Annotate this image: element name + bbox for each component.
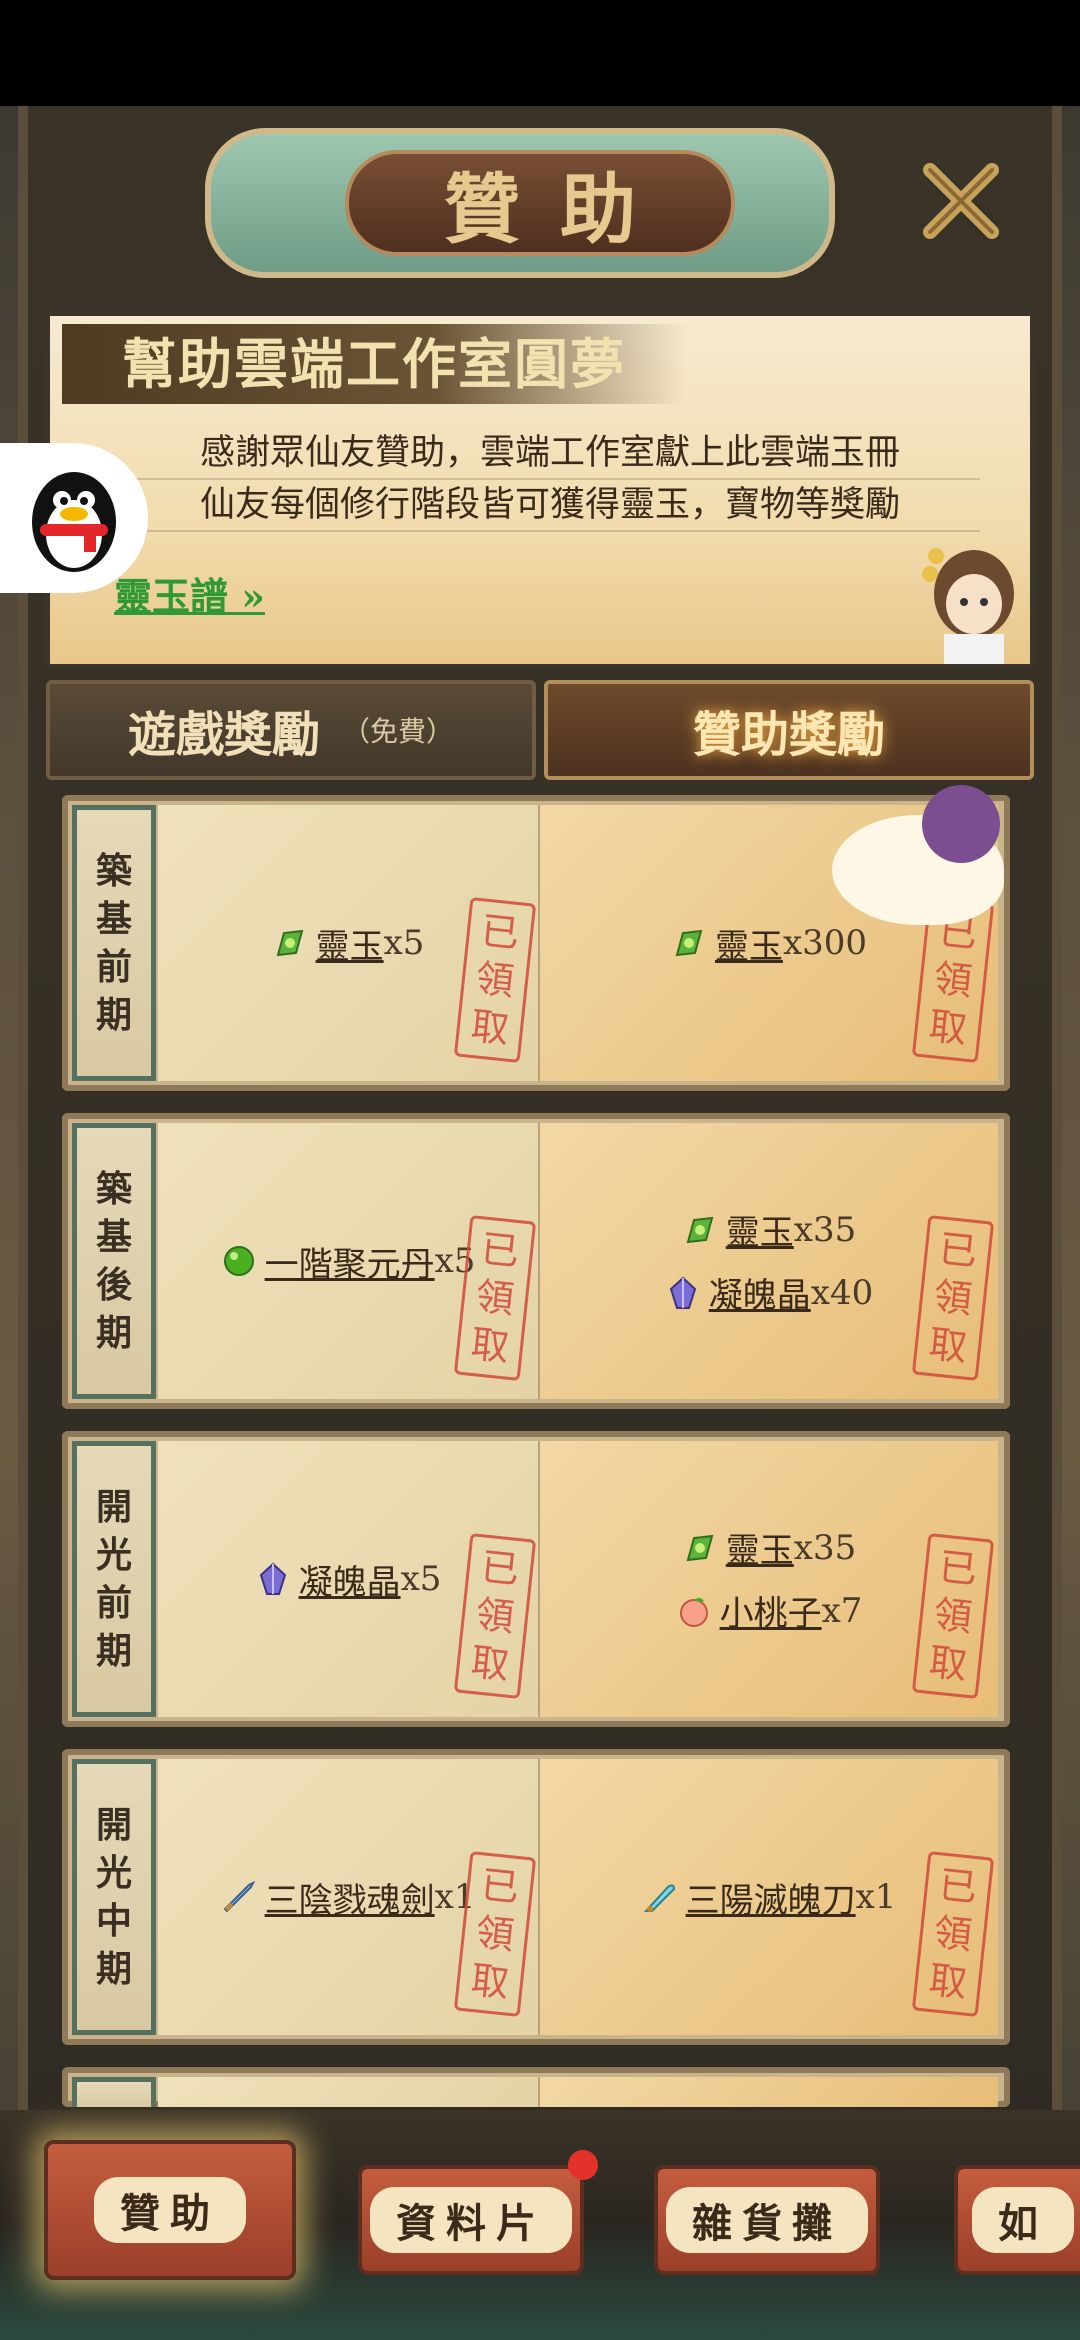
nav-sponsor-label: 贊助 bbox=[94, 2177, 246, 2243]
close-icon bbox=[923, 163, 999, 239]
stage-label bbox=[72, 2077, 156, 2107]
reward-tabs: 遊戲獎勵 （免費） 贊助獎勵 bbox=[46, 680, 1034, 780]
page-title: 贊助 bbox=[345, 150, 735, 256]
nav-general-store-label: 雜貨攤 bbox=[666, 2187, 868, 2253]
reward-item[interactable]: 靈玉 x5 bbox=[272, 919, 424, 968]
spirit-jade-icon bbox=[686, 1216, 714, 1243]
soul-crystal-icon bbox=[669, 1276, 696, 1309]
nav-more-label: 如 bbox=[972, 2187, 1074, 2253]
nav-more[interactable]: 如 bbox=[954, 2165, 1080, 2275]
status-bar bbox=[0, 0, 1080, 106]
banner-description: 感謝眾仙友贊助，雲端工作室獻上此雲端玉冊 仙友每個修行階段皆可獲得靈玉，寶物等獎… bbox=[120, 428, 980, 532]
reward-item[interactable]: 一階聚元丹 x5 bbox=[221, 1237, 475, 1286]
spirit-jade-icon bbox=[686, 1534, 714, 1561]
free-reward-cell[interactable] bbox=[158, 2077, 540, 2107]
nav-expansion-label: 資料片 bbox=[370, 2187, 572, 2253]
blade-icon bbox=[643, 1884, 675, 1912]
green-pill-icon bbox=[223, 1246, 254, 1276]
nav-expansion[interactable]: 資料片 bbox=[358, 2165, 584, 2275]
spirit-jade-icon bbox=[276, 929, 303, 957]
reward-row: 開光中期 三陰戮魂劍 x1 三陽滅魄刀 x1 已領取 已領取 bbox=[62, 1749, 1010, 2045]
reward-row: 築基後期 一階聚元丹 x5 靈玉 x35 凝魄晶 x40 已領取 已領取 bbox=[62, 1113, 1010, 1409]
reward-item[interactable]: 三陽滅魄刀 x1 bbox=[642, 1873, 896, 1922]
girl-character-icon bbox=[922, 785, 1000, 863]
banner-title: 幫助雲端工作室圓夢 bbox=[62, 324, 686, 404]
tab-sponsor-rewards[interactable]: 贊助獎勵 bbox=[544, 680, 1034, 780]
reward-row: 開光前期 凝魄晶 x5 靈玉 x35 小桃子 x7 已領取 已領取 bbox=[62, 1431, 1010, 1727]
tab-game-rewards[interactable]: 遊戲獎勵 （免費） bbox=[46, 680, 536, 780]
reward-row bbox=[62, 2067, 1010, 2107]
qq-float-button[interactable] bbox=[0, 443, 148, 593]
tab-game-rewards-label: 遊戲獎勵 bbox=[127, 707, 320, 763]
reward-item[interactable]: 凝魄晶 x5 bbox=[255, 1555, 441, 1604]
stage-label: 開光中期 bbox=[72, 1759, 156, 2035]
banner-line-1: 感謝眾仙友贊助，雲端工作室獻上此雲端玉冊 bbox=[120, 428, 980, 480]
banner-line-2: 仙友每個修行階段皆可獲得靈玉，寶物等獎勵 bbox=[120, 480, 980, 532]
reward-item[interactable]: 靈玉 x35 bbox=[682, 1523, 856, 1572]
tab-free-note: （免費） bbox=[342, 715, 455, 748]
spirit-jade-icon bbox=[675, 929, 703, 957]
sponsor-banner: 幫助雲端工作室圓夢 感謝眾仙友贊助，雲端工作室獻上此雲端玉冊 仙友每個修行階段皆… bbox=[46, 312, 1034, 668]
sponsor-reward-cell[interactable] bbox=[540, 2077, 998, 2107]
notification-dot bbox=[568, 2150, 598, 2180]
stage-label: 築基後期 bbox=[72, 1123, 156, 1399]
reward-item[interactable]: 靈玉 x35 bbox=[682, 1205, 856, 1254]
stage-label: 築基前期 bbox=[72, 805, 156, 1081]
qq-penguin-icon bbox=[32, 472, 116, 572]
double-chevron-icon: » bbox=[241, 574, 265, 619]
banner-link-label: 靈玉譜 bbox=[114, 574, 229, 619]
nav-sponsor[interactable]: 贊助 bbox=[44, 2140, 296, 2280]
mascot-character-icon bbox=[922, 548, 1014, 664]
reward-item[interactable]: 三陰戮魂劍 x1 bbox=[221, 1873, 475, 1922]
reward-item[interactable]: 小桃子 x7 bbox=[676, 1586, 862, 1635]
nav-general-store[interactable]: 雜貨攤 bbox=[654, 2165, 880, 2275]
sword-icon bbox=[223, 1880, 255, 1913]
stage-label: 開光前期 bbox=[72, 1441, 156, 1717]
close-button[interactable] bbox=[920, 160, 1002, 242]
soul-crystal-icon bbox=[259, 1562, 286, 1595]
peach-icon bbox=[679, 1597, 708, 1627]
reward-item[interactable]: 靈玉 x300 bbox=[671, 919, 867, 968]
reward-item[interactable]: 凝魄晶 x40 bbox=[665, 1268, 873, 1317]
spirit-jade-guide-link[interactable]: 靈玉譜 » bbox=[114, 566, 265, 621]
tab-sponsor-rewards-label: 贊助獎勵 bbox=[692, 707, 885, 763]
